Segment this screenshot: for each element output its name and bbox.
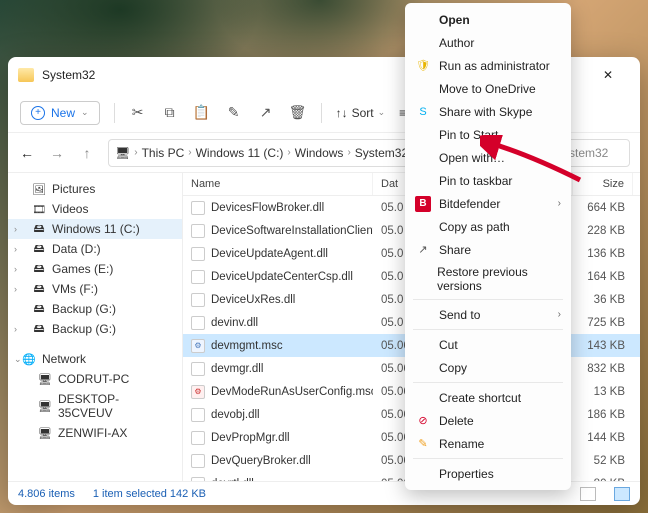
menu-item[interactable]: Author xyxy=(405,31,571,54)
back-button[interactable]: ← xyxy=(18,145,36,161)
folder-icon xyxy=(18,68,34,82)
menu-item[interactable]: ↗Share xyxy=(405,238,571,261)
file-icon xyxy=(191,201,205,215)
file-icon xyxy=(191,293,205,307)
file-icon: ⚙ xyxy=(191,385,205,399)
network-item[interactable]: 🖥CODRUT-PC xyxy=(8,369,182,389)
pc-icon: 🖥 xyxy=(115,146,130,160)
up-button[interactable]: ↑ xyxy=(78,145,96,161)
menu-item[interactable]: Pin to taskbar xyxy=(405,169,571,192)
menu-item[interactable]: Open xyxy=(405,8,571,31)
sidebar-item[interactable]: 🖴Backup (G:) xyxy=(8,299,182,319)
menu-item[interactable]: ✎Rename xyxy=(405,432,571,455)
file-icon: ⚙ xyxy=(191,339,205,353)
copy-icon[interactable]: ⧉ xyxy=(161,104,179,121)
file-icon xyxy=(191,224,205,238)
list-view-icon[interactable] xyxy=(614,487,630,501)
menu-item[interactable]: Create shortcut xyxy=(405,386,571,409)
network-item[interactable]: 🖥DESKTOP-35CVEUV xyxy=(8,389,182,423)
rename-icon[interactable]: ✎ xyxy=(225,104,243,121)
file-icon xyxy=(191,316,205,330)
menu-item[interactable]: BBitdefender› xyxy=(405,192,571,215)
menu-item[interactable]: Move to OneDrive xyxy=(405,77,571,100)
sidebar-item[interactable]: ›🖴Games (E:) xyxy=(8,259,182,279)
sidebar-network[interactable]: ⌄🌐Network xyxy=(8,349,182,369)
selection-status: 1 item selected 142 KB xyxy=(93,488,206,500)
sidebar-item[interactable]: ›🖴Windows 11 (C:) xyxy=(8,219,182,239)
menu-item[interactable]: 🛡Run as administrator xyxy=(405,54,571,77)
details-view-icon[interactable] xyxy=(580,487,596,501)
delete-icon[interactable]: 🗑 xyxy=(289,104,307,121)
menu-item[interactable]: Properties xyxy=(405,462,571,485)
menu-item[interactable]: ⊘Delete xyxy=(405,409,571,432)
network-item[interactable]: 🖥ZENWIFI-AX xyxy=(8,423,182,443)
sidebar-item[interactable]: ›🖴VMs (F:) xyxy=(8,279,182,299)
menu-item[interactable]: Copy as path xyxy=(405,215,571,238)
file-icon xyxy=(191,431,205,445)
file-icon xyxy=(191,408,205,422)
menu-item[interactable]: Pin to Start xyxy=(405,123,571,146)
forward-button[interactable]: → xyxy=(48,145,66,161)
file-icon xyxy=(191,247,205,261)
sidebar: 🖼Pictures🎞Videos›🖴Windows 11 (C:)›🖴Data … xyxy=(8,173,183,481)
close-button[interactable]: ✕ xyxy=(586,60,630,90)
sidebar-item[interactable]: ›🖴Backup (G:) xyxy=(8,319,182,339)
menu-item[interactable]: SShare with Skype xyxy=(405,100,571,123)
menu-item[interactable]: Open with… xyxy=(405,146,571,169)
item-count: 4.806 items xyxy=(18,488,75,500)
menu-item[interactable]: Restore previous versions xyxy=(405,261,571,296)
sidebar-item[interactable]: ›🖴Data (D:) xyxy=(8,239,182,259)
paste-icon[interactable]: 📋 xyxy=(193,104,211,121)
new-button[interactable]: + New ⌄ xyxy=(20,101,100,125)
file-icon xyxy=(191,362,205,376)
menu-item[interactable]: Send to› xyxy=(405,303,571,326)
file-icon xyxy=(191,270,205,284)
file-icon xyxy=(191,454,205,468)
context-menu: OpenAuthor🛡Run as administratorMove to O… xyxy=(405,3,571,490)
plus-icon: + xyxy=(31,106,45,120)
cut-icon[interactable]: ✂ xyxy=(129,104,147,121)
share-icon[interactable]: ↗ xyxy=(257,104,275,121)
sidebar-item[interactable]: 🖼Pictures xyxy=(8,179,182,199)
sidebar-item[interactable]: 🎞Videos xyxy=(8,199,182,219)
sort-button[interactable]: ↑↓ Sort ⌄ xyxy=(336,106,386,120)
menu-item[interactable]: Copy xyxy=(405,356,571,379)
menu-item[interactable]: Cut xyxy=(405,333,571,356)
